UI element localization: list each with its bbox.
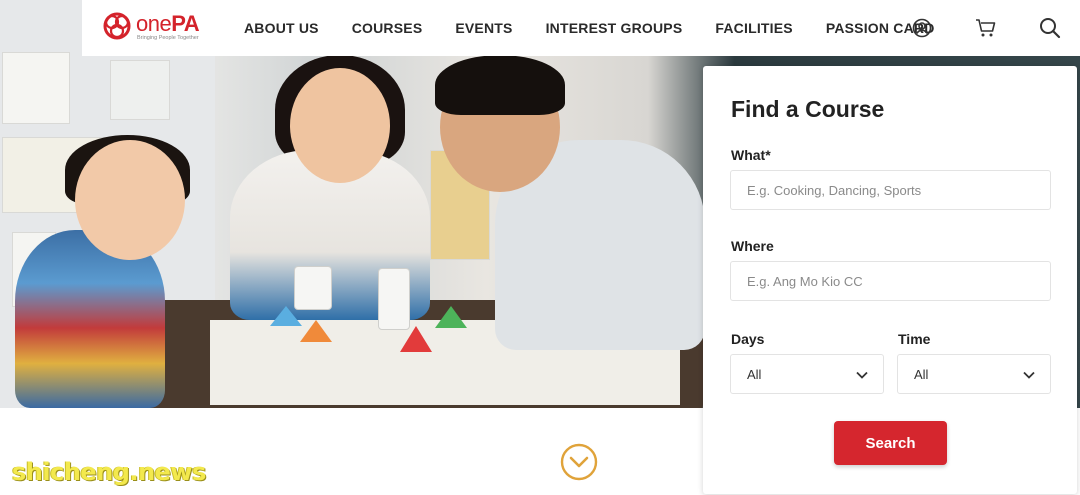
brand-tagline: Bringing People Together: [137, 35, 199, 41]
chevron-down-icon: [856, 371, 868, 379]
girl-face: [75, 140, 185, 260]
time-label: Time: [898, 331, 931, 347]
time-value: All: [914, 367, 929, 382]
where-label: Where: [731, 238, 774, 254]
main-nav: ABOUT US COURSES EVENTS INTEREST GROUPS …: [244, 0, 935, 56]
nav-about-us[interactable]: ABOUT US: [244, 20, 319, 36]
wall-drawing: [2, 52, 70, 124]
nav-facilities[interactable]: FACILITIES: [715, 20, 792, 36]
origami-crane: [300, 320, 332, 342]
paint-jar: [294, 266, 332, 310]
what-label: What*: [731, 147, 771, 163]
watermark: shicheng.news: [12, 458, 206, 486]
glue-bottle: [378, 268, 410, 330]
page: onePA Bringing People Together ABOUT US …: [0, 0, 1080, 495]
days-select[interactable]: All: [730, 354, 884, 394]
what-input[interactable]: [730, 170, 1051, 210]
where-input[interactable]: [730, 261, 1051, 301]
search-button[interactable]: Search: [834, 421, 947, 465]
onepa-logo[interactable]: onePA Bringing People Together: [101, 10, 211, 44]
find-course-title: Find a Course: [731, 96, 885, 122]
onepa-logo-icon: [103, 12, 131, 40]
mother-face: [290, 68, 390, 183]
user-icon[interactable]: [908, 14, 936, 42]
nav-interest-groups[interactable]: INTEREST GROUPS: [546, 20, 683, 36]
nav-courses[interactable]: COURSES: [352, 20, 423, 36]
wall-drawing: [110, 60, 170, 120]
days-label: Days: [731, 331, 765, 347]
cart-icon[interactable]: [972, 14, 1000, 42]
time-select[interactable]: All: [897, 354, 1051, 394]
days-value: All: [747, 367, 762, 382]
chevron-down-circle-icon[interactable]: [560, 443, 598, 481]
chevron-down-icon: [1023, 371, 1035, 379]
brand-name: onePA: [136, 11, 200, 36]
search-icon[interactable]: [1036, 14, 1064, 42]
nav-events[interactable]: EVENTS: [455, 20, 512, 36]
origami-crane: [435, 306, 467, 328]
find-course-panel: Find a Course What* Where Days All Time …: [703, 66, 1077, 494]
father-hair: [435, 55, 565, 115]
origami-crane: [400, 326, 432, 352]
site-header: onePA Bringing People Together ABOUT US …: [82, 0, 1080, 56]
origami-crane: [270, 306, 302, 326]
header-icons: [908, 14, 1064, 42]
